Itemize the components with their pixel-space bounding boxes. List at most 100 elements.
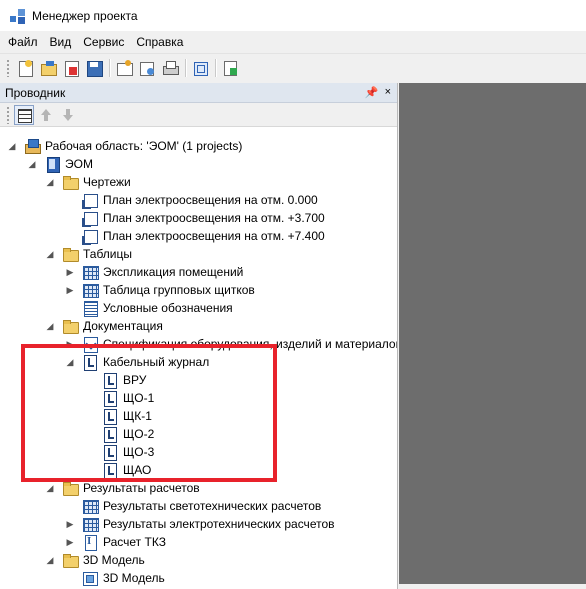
tree-node-drawing[interactable]: План электроосвещения на отм. +7.400 — [82, 227, 325, 245]
tree-node-workspace[interactable]: ◢ Рабочая область: 'ЭОМ' (1 projects) — [6, 137, 242, 155]
pin-icon[interactable]: 📌 — [365, 86, 379, 99]
tree-node-cable-journal[interactable]: ◢ Кабельный журнал — [64, 353, 209, 371]
tree-node-cable-item[interactable]: ЩК-1 — [102, 407, 152, 425]
new-project-icon — [17, 59, 33, 77]
explorer-panel: Проводник 📌 × ◢ Рабочая область: 'ЭОМ' (… — [0, 83, 398, 589]
settings-button[interactable] — [136, 57, 158, 79]
toolbar-grip[interactable] — [6, 105, 10, 124]
folder-icon — [62, 318, 79, 334]
legend-icon — [82, 300, 98, 317]
tree-node-label: Расчет ТКЗ — [103, 535, 166, 549]
move-down-icon — [60, 107, 76, 123]
new-project-button[interactable] — [14, 57, 36, 79]
expander-expanded-icon[interactable]: ◢ — [64, 356, 76, 368]
folder-icon — [62, 480, 79, 496]
properties-button[interactable] — [113, 57, 135, 79]
expander-expanded-icon[interactable]: ◢ — [26, 158, 38, 170]
settings-icon — [139, 60, 155, 76]
tree-node-documentation[interactable]: ◢ Документация — [44, 317, 163, 335]
tree-node-table[interactable]: ▶ Таблица групповых щитков — [64, 281, 255, 299]
expander-collapsed-icon[interactable]: ▶ — [64, 284, 76, 296]
tree-node-legend[interactable]: Условные обозначения — [82, 299, 233, 317]
table-icon — [82, 264, 99, 280]
save-button[interactable] — [83, 57, 105, 79]
tree-node-specification[interactable]: ▶ Спецификация оборудования, изделий и м… — [64, 335, 397, 353]
tree-node-label: ЩО-3 — [123, 445, 155, 459]
add-document-button[interactable] — [219, 57, 241, 79]
tree-node-drawings[interactable]: ◢ Чертежи — [44, 173, 131, 191]
menu-service[interactable]: Сервис — [77, 35, 130, 49]
expander-expanded-icon[interactable]: ◢ — [6, 140, 18, 152]
tree-node-cable-item[interactable]: ЩО-1 — [102, 389, 154, 407]
tree-node-label: Результаты расчетов — [83, 481, 200, 495]
menu-file[interactable]: Файл — [2, 35, 44, 49]
tree-node-cable-item[interactable]: ЩАО — [102, 461, 151, 479]
tree-node-cable-item[interactable]: ЩО-3 — [102, 443, 154, 461]
tree-node-result[interactable]: ▶ Расчет ТКЗ — [64, 533, 166, 551]
tree-node-label: Документация — [83, 319, 163, 333]
project-tree: ◢ Рабочая область: 'ЭОМ' (1 projects) ◢ … — [0, 130, 397, 589]
tree-node-drawing[interactable]: План электроосвещения на отм. +3.700 — [82, 209, 325, 227]
tree-node-project[interactable]: ◢ ЭОМ — [26, 155, 93, 173]
tree-node-label: 3D Модель — [83, 553, 145, 567]
app-icon — [10, 8, 26, 24]
tree-node-cable-item[interactable]: ЩО-2 — [102, 425, 154, 443]
close-project-button[interactable] — [60, 57, 82, 79]
specification-icon — [82, 336, 98, 353]
expander-collapsed-icon[interactable]: ▶ — [64, 338, 76, 350]
explorer-title: Проводник — [5, 85, 66, 100]
main-toolbar — [0, 53, 586, 81]
cable-journal-icon — [102, 390, 118, 407]
expander-expanded-icon[interactable]: ◢ — [44, 248, 56, 260]
status-strip — [399, 584, 586, 589]
print-button[interactable] — [159, 57, 181, 79]
expander-collapsed-icon[interactable]: ▶ — [64, 266, 76, 278]
folder-icon — [62, 246, 79, 262]
tree-node-cable-item[interactable]: ВРУ — [102, 371, 146, 389]
tree-node-result[interactable]: Результаты светотехнических расчетов — [82, 497, 321, 515]
tree-node-label: Результаты светотехнических расчетов — [103, 499, 322, 513]
expander-collapsed-icon[interactable]: ▶ — [64, 536, 76, 548]
tree-node-3d-model-folder[interactable]: ◢ 3D Модель — [44, 551, 145, 569]
toolbar-separator — [185, 58, 186, 77]
tree-node-tables[interactable]: ◢ Таблицы — [44, 245, 132, 263]
move-down-button[interactable] — [58, 105, 78, 125]
cable-journal-icon — [82, 354, 98, 371]
menu-view[interactable]: Вид — [44, 35, 78, 49]
expander-expanded-icon[interactable]: ◢ — [44, 482, 56, 494]
open-project-button[interactable] — [37, 57, 59, 79]
move-up-button[interactable] — [36, 105, 56, 125]
tree-node-label: Чертежи — [83, 175, 131, 189]
3d-model-icon — [82, 570, 98, 586]
table-icon — [82, 282, 99, 298]
tree-node-label: Экспликация помещений — [103, 265, 244, 279]
tree-node-label: Таблицы — [83, 247, 133, 261]
tree-node-label: ЭОМ — [65, 157, 93, 171]
table-icon — [82, 498, 99, 514]
tree-node-table[interactable]: ▶ Экспликация помещений — [64, 263, 243, 281]
tree-node-drawing[interactable]: План электроосвещения на отм. 0.000 — [82, 191, 318, 209]
menu-help[interactable]: Справка — [130, 35, 189, 49]
tree-node-label: Результаты электротехнических расчетов — [103, 517, 335, 531]
folder-icon — [62, 552, 79, 568]
tree-view-button[interactable] — [14, 104, 34, 125]
expander-expanded-icon[interactable]: ◢ — [44, 554, 56, 566]
close-icon[interactable]: × — [385, 86, 391, 99]
folder-icon — [62, 174, 79, 190]
tree-node-label: Рабочая область: 'ЭОМ' (1 projects) — [45, 139, 243, 153]
expander-expanded-icon[interactable]: ◢ — [44, 320, 56, 332]
tree-node-result[interactable]: ▶ Результаты электротехнических расчетов — [64, 515, 335, 533]
toolbar-grip[interactable] — [6, 58, 10, 77]
drawing-icon — [82, 210, 98, 227]
menu-bar: Файл Вид Сервис Справка — [0, 31, 586, 52]
cable-journal-icon — [102, 372, 118, 389]
toolbar-separator — [109, 58, 110, 77]
expander-expanded-icon[interactable]: ◢ — [44, 176, 56, 188]
structure-icon — [192, 60, 208, 76]
save-icon — [86, 60, 103, 77]
tree-node-label: Спецификация оборудования, изделий и мат… — [103, 337, 397, 351]
structure-button[interactable] — [189, 57, 211, 79]
tree-node-3d-model[interactable]: 3D Модель — [82, 569, 165, 587]
expander-collapsed-icon[interactable]: ▶ — [64, 518, 76, 530]
tree-node-results[interactable]: ◢ Результаты расчетов — [44, 479, 200, 497]
